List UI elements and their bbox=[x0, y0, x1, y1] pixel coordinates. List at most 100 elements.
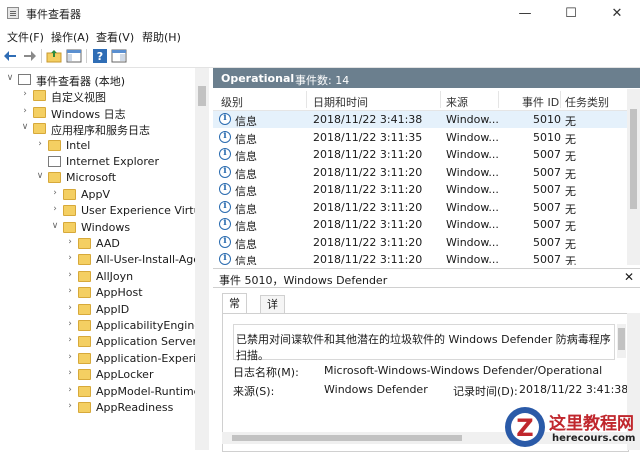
back-arrow-icon[interactable] bbox=[3, 48, 19, 64]
chevron-right-icon[interactable]: › bbox=[65, 303, 75, 313]
minimize-button[interactable]: — bbox=[502, 0, 548, 27]
properties-icon[interactable] bbox=[111, 48, 127, 64]
chevron-down-icon[interactable]: ∨ bbox=[5, 73, 15, 83]
event-message-box[interactable]: 已禁用对间谍软件和其他潜在的垃圾软件的 Windows Defender 防病毒… bbox=[233, 324, 615, 362]
scrollbar-thumb[interactable] bbox=[618, 328, 625, 350]
cell-datetime: 2018/11/22 3:11:20 bbox=[313, 235, 423, 249]
chevron-right-icon[interactable]: › bbox=[65, 368, 75, 378]
tree-item[interactable]: › User Experience Virtualizat bbox=[0, 203, 209, 219]
chevron-down-icon[interactable]: ∨ bbox=[50, 221, 60, 231]
cell-task: 无 bbox=[565, 150, 576, 163]
column-divider[interactable] bbox=[306, 91, 307, 108]
tree-item[interactable]: ∨ 应用程序和服务日志 bbox=[0, 121, 195, 137]
chevron-right-icon[interactable]: › bbox=[65, 237, 75, 247]
tree-item[interactable]: › AAD bbox=[0, 236, 195, 252]
column-header-source[interactable]: 来源 bbox=[446, 94, 468, 110]
chevron-right-icon[interactable]: › bbox=[65, 335, 75, 345]
tree-scrollbar[interactable] bbox=[195, 68, 209, 450]
cell-id: 5007 bbox=[533, 235, 561, 249]
menu-file[interactable]: 文件(F) bbox=[7, 29, 44, 45]
toolbar: ? bbox=[0, 45, 640, 68]
column-header-level[interactable]: 级别 bbox=[221, 94, 243, 110]
menu-help[interactable]: 帮助(H) bbox=[142, 29, 181, 45]
chevron-right-icon[interactable]: › bbox=[35, 139, 45, 149]
tree-item-label: Windows 日志 bbox=[51, 107, 126, 121]
tree-item[interactable]: › Windows 日志 bbox=[0, 105, 195, 121]
cell-level: 信息 bbox=[235, 220, 257, 233]
folder-icon bbox=[33, 90, 46, 102]
navigation-tree: ∨ 事件查看器 (本地) › 自定义视图 › Windows 日志 ∨ 应用程序和服务日志 › I… bbox=[0, 68, 209, 450]
tab-general[interactable]: 常规 bbox=[222, 293, 247, 329]
show-hide-tree-icon[interactable] bbox=[66, 48, 82, 64]
table-row[interactable]: 信息 2018/11/22 3:41:38 Window... 5010 无 bbox=[213, 111, 627, 128]
message-scrollbar[interactable] bbox=[617, 324, 626, 358]
tree-item[interactable]: › AppV bbox=[0, 187, 195, 203]
scrollbar-thumb[interactable] bbox=[198, 86, 206, 106]
menu-action[interactable]: 操作(A) bbox=[51, 29, 89, 45]
close-detail-icon[interactable]: ✕ bbox=[624, 270, 634, 284]
chevron-down-icon[interactable]: ∨ bbox=[35, 171, 45, 181]
tree-item-label: ApplicabilityEngine bbox=[96, 319, 202, 332]
table-row[interactable]: 信息 2018/11/22 3:11:20 Window... 5007 无 bbox=[213, 164, 627, 181]
table-row[interactable]: 信息 2018/11/22 3:11:35 Window... 5010 无 bbox=[213, 129, 627, 146]
folder-icon bbox=[78, 320, 91, 331]
column-divider[interactable] bbox=[440, 91, 441, 108]
scrollbar-thumb[interactable] bbox=[232, 435, 462, 441]
close-button[interactable]: ✕ bbox=[594, 0, 640, 27]
cell-task: 无 bbox=[565, 255, 576, 265]
tree-item[interactable]: ∨ Microsoft bbox=[0, 170, 195, 186]
help-icon[interactable]: ? bbox=[92, 48, 108, 64]
table-row[interactable]: 信息 2018/11/22 3:11:20 Window... 5007 无 bbox=[213, 199, 627, 216]
chevron-right-icon[interactable]: › bbox=[50, 188, 60, 198]
column-header-event-id[interactable]: 事件 ID bbox=[522, 94, 559, 110]
table-row[interactable]: 信息 2018/11/22 3:11:20 Window... 5007 无 bbox=[213, 234, 627, 251]
tree-item[interactable]: › AppID bbox=[0, 302, 195, 318]
tab-details[interactable]: 详细信息 bbox=[260, 295, 285, 362]
tree-item[interactable]: Internet Explorer bbox=[0, 154, 195, 170]
tree-item[interactable]: › AllJoyn bbox=[0, 269, 195, 285]
chevron-right-icon[interactable]: › bbox=[65, 253, 75, 263]
chevron-right-icon[interactable]: › bbox=[50, 204, 60, 214]
menu-view[interactable]: 查看(V) bbox=[96, 29, 134, 45]
tree-item[interactable]: › AppLocker bbox=[0, 367, 195, 383]
tree-item[interactable]: ∨ Windows bbox=[0, 220, 195, 236]
column-divider[interactable] bbox=[498, 91, 499, 108]
tree-item[interactable]: › AppHost bbox=[0, 285, 195, 301]
chevron-right-icon[interactable]: › bbox=[65, 401, 75, 411]
chevron-right-icon[interactable]: › bbox=[20, 106, 30, 116]
maximize-button[interactable]: ☐ bbox=[548, 0, 594, 27]
cell-id: 5007 bbox=[533, 148, 561, 161]
tree-item[interactable]: › AppModel-Runtime bbox=[0, 384, 200, 400]
chevron-right-icon[interactable]: › bbox=[65, 286, 75, 296]
chevron-right-icon[interactable]: › bbox=[65, 385, 75, 395]
scrollbar-thumb[interactable] bbox=[630, 109, 637, 209]
chevron-right-icon[interactable]: › bbox=[20, 89, 30, 99]
tree-item-label: Application Server-App bbox=[96, 335, 209, 349]
info-icon bbox=[219, 148, 231, 160]
event-list-scrollbar[interactable] bbox=[627, 89, 640, 265]
up-folder-icon[interactable] bbox=[46, 48, 62, 64]
tree-item[interactable]: › Application-Experience bbox=[0, 351, 209, 367]
folder-icon bbox=[33, 106, 46, 118]
table-row[interactable]: 信息 2018/11/22 3:11:20 Window... 5007 无 bbox=[213, 146, 627, 163]
cell-source: Window... bbox=[446, 113, 499, 126]
column-header-datetime[interactable]: 日期和时间 bbox=[313, 94, 368, 110]
tree-item[interactable]: › AppReadiness bbox=[0, 400, 195, 416]
info-icon bbox=[219, 183, 231, 195]
column-header-task[interactable]: 任务类别 bbox=[565, 94, 609, 110]
table-row[interactable]: 信息 2018/11/22 3:11:20 Window... 5007 无 bbox=[213, 251, 627, 265]
table-row[interactable]: 信息 2018/11/22 3:11:20 Window... 5007 无 bbox=[213, 181, 627, 198]
tree-item[interactable]: › Application Server-App bbox=[0, 334, 209, 350]
chevron-right-icon[interactable]: › bbox=[65, 319, 75, 329]
chevron-right-icon[interactable]: › bbox=[65, 270, 75, 280]
column-divider[interactable] bbox=[560, 91, 561, 108]
chevron-down-icon[interactable]: ∨ bbox=[20, 122, 30, 132]
tree-item[interactable]: › Intel bbox=[0, 138, 195, 154]
table-row[interactable]: 信息 2018/11/22 3:11:20 Window... 5007 无 bbox=[213, 216, 627, 233]
tree-item[interactable]: › ApplicabilityEngine bbox=[0, 318, 201, 334]
tree-item[interactable]: › 自定义视图 bbox=[0, 88, 195, 104]
forward-arrow-icon[interactable] bbox=[21, 48, 37, 64]
chevron-right-icon[interactable]: › bbox=[65, 352, 75, 362]
tree-item[interactable]: › All-User-Install-Agent bbox=[0, 252, 209, 268]
tree-item[interactable]: ∨ 事件查看器 (本地) bbox=[0, 72, 195, 88]
